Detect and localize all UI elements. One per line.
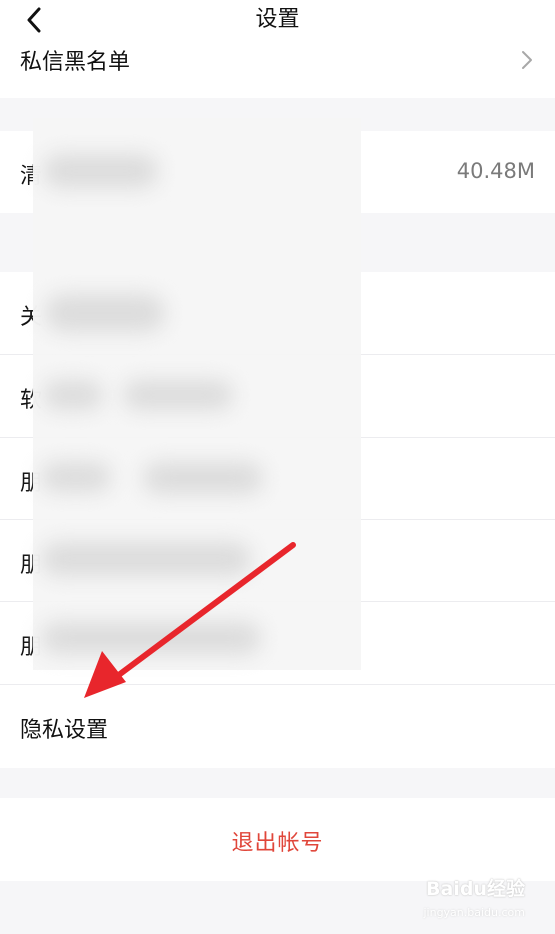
watermark: Baidu经验 bbox=[426, 878, 525, 900]
annotation-arrow-icon bbox=[84, 542, 296, 698]
watermark-url: jingyan.baidu.com bbox=[423, 906, 525, 919]
